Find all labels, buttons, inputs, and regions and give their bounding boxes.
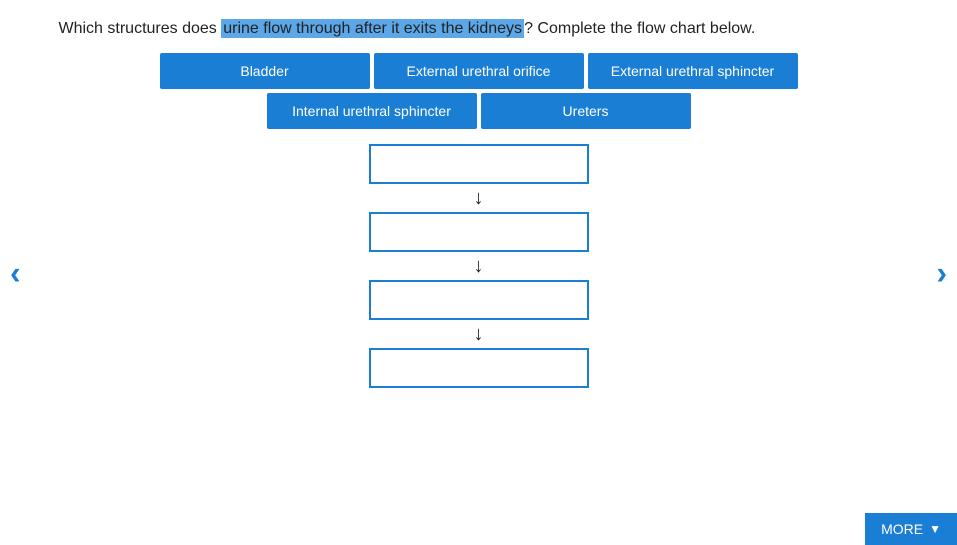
- flow-arrow-2: ↓: [474, 256, 484, 276]
- question-prefix: Which structures does: [59, 20, 222, 37]
- question-text: Which structures does urine flow through…: [59, 20, 899, 38]
- question-highlight: urine flow through after it exits the ki…: [221, 19, 524, 38]
- question-suffix: ? Complete the flow chart below.: [524, 20, 755, 37]
- nav-prev-button[interactable]: ‹: [10, 254, 21, 291]
- flow-arrow-1: ↓: [474, 188, 484, 208]
- option-ext-urethral-orifice[interactable]: External urethral orifice: [374, 53, 584, 89]
- options-row1: Bladder External urethral orifice Extern…: [160, 53, 798, 89]
- flowchart: ↓ ↓ ↓: [369, 144, 589, 388]
- flow-box-4[interactable]: [369, 348, 589, 388]
- flow-arrow-3: ↓: [474, 324, 484, 344]
- option-bladder[interactable]: Bladder: [160, 53, 370, 89]
- options-row2: Internal urethral sphincter Ureters: [267, 93, 691, 129]
- option-ext-urethral-sphincter[interactable]: External urethral sphincter: [588, 53, 798, 89]
- flow-box-3[interactable]: [369, 280, 589, 320]
- more-arrow-icon: ▼: [929, 522, 941, 536]
- option-int-urethral-sphincter[interactable]: Internal urethral sphincter: [267, 93, 477, 129]
- page-container: Which structures does urine flow through…: [0, 0, 957, 545]
- nav-next-button[interactable]: ›: [936, 254, 947, 291]
- more-label: MORE: [881, 521, 923, 537]
- option-ureters[interactable]: Ureters: [481, 93, 691, 129]
- more-button[interactable]: MORE ▼: [865, 513, 957, 545]
- flow-box-1[interactable]: [369, 144, 589, 184]
- flow-box-2[interactable]: [369, 212, 589, 252]
